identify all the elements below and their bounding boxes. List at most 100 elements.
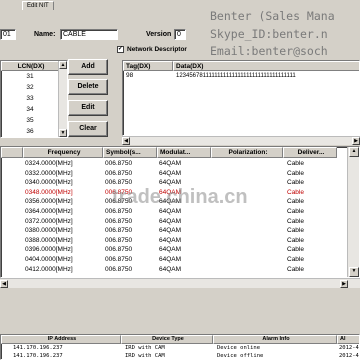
frequency-cell: 0348.0000[MHz] <box>25 188 73 196</box>
device-type-column-header[interactable]: Device Type <box>121 335 213 344</box>
delivery-cell: Cable <box>287 208 304 215</box>
delivery-cell: Cable <box>287 217 304 225</box>
modulation-cell: 64QAM <box>159 227 182 235</box>
polarization-column-header[interactable]: Polarization: <box>211 147 283 158</box>
frequency-cell: 0412.0000[MHz] <box>25 265 73 273</box>
watermark-line-1: Benter (Sales Mana <box>210 9 335 23</box>
modulation-cell: 64QAM <box>159 236 182 244</box>
index-column-header[interactable] <box>1 147 23 158</box>
delivery-cell: Cable <box>287 265 304 273</box>
frequency-cell: 0404.0000[MHz] <box>25 256 73 263</box>
delivery-cell: Cable <box>287 227 304 235</box>
modulation-cell: 64QAM <box>159 256 182 263</box>
clear-button[interactable]: Clear <box>68 121 108 137</box>
frequency-cell: 0396.0000[MHz] <box>25 246 73 254</box>
frequency-cell: 0332.0000[MHz] <box>25 169 73 177</box>
ip-address-cell: 141.170.196.237 <box>13 353 63 359</box>
descriptor-table[interactable]: Tag(DX) Data(DX) 98 12345678111111111111… <box>122 60 360 136</box>
tag-cell: 98 <box>126 72 134 79</box>
scroll-down-icon[interactable]: ▼ <box>59 129 67 137</box>
name-label: Name: <box>34 31 56 38</box>
delivery-cell: Cable <box>287 160 304 167</box>
watermark-site: trade.china.cn <box>112 186 248 208</box>
transport-hscrollbar[interactable]: ◀ ▶ <box>0 278 360 288</box>
alarm-info-column-header[interactable]: Alarm Info <box>213 335 337 344</box>
delivery-cell: Cable <box>287 188 304 196</box>
list-item[interactable]: 36 <box>1 126 59 137</box>
table-row[interactable]: 0412.0000[MHz] 006.8750 64QAM Cable <box>1 266 349 275</box>
table-row[interactable]: 0372.0000[MHz] 006.8750 64QAM Cable <box>1 218 349 227</box>
table-row[interactable]: 141.170.196.237 IRD with CAM Device offlin… <box>1 352 359 359</box>
transport-scrollbar[interactable]: ▲ ▼ <box>347 147 359 277</box>
edit-button[interactable]: Edit <box>68 100 108 116</box>
alarm-info-cell: Device offline <box>217 353 264 359</box>
device-alarm-table[interactable]: IP Address Device Type Alarm Info Al 141… <box>0 334 360 360</box>
scroll-left-icon[interactable]: ◀ <box>0 280 8 288</box>
network-descriptor-checkbox[interactable]: ✓ <box>117 46 124 53</box>
symbol-rate-cell: 006.8750 <box>105 217 133 225</box>
transport-stream-table[interactable]: Frequency Symbol(s... Modulat... Polariz… <box>0 146 360 278</box>
frequency-cell: 0324.0000[MHz] <box>25 160 73 167</box>
table-row[interactable]: 0404.0000[MHz] 006.8750 64QAM Cable <box>1 256 349 265</box>
delivery-cell: Cable <box>287 179 304 187</box>
scroll-down-icon[interactable]: ▼ <box>349 267 359 277</box>
frequency-cell: 0372.0000[MHz] <box>25 217 73 225</box>
delete-button[interactable]: Delete <box>68 79 108 95</box>
tag-column-header[interactable]: Tag(DX) <box>123 61 173 71</box>
alarm-time-cell: 2012-4 <box>339 345 359 351</box>
scroll-right-icon[interactable]: ▶ <box>340 280 348 288</box>
add-button[interactable]: Add <box>68 59 108 75</box>
alarm-time-cell: 2012-4 <box>339 353 359 359</box>
id-field[interactable]: 01 <box>0 29 16 40</box>
modulation-column-header[interactable]: Modulat... <box>157 147 211 158</box>
lcn-column-header[interactable]: LCN(DX) <box>1 61 59 71</box>
modulation-cell: 64QAM <box>159 169 182 177</box>
alarm-time-column-header[interactable]: Al <box>337 335 359 344</box>
scroll-left-icon[interactable]: ◀ <box>122 137 130 145</box>
tab-edit-nit[interactable]: Edit NIT <box>22 1 54 10</box>
version-field[interactable]: 0 <box>174 29 186 40</box>
table-row[interactable]: 0380.0000[MHz] 006.8750 64QAM Cable <box>1 227 349 236</box>
table-row[interactable]: 141.170.196.237 IRD with CAM Device online… <box>1 344 359 352</box>
list-item[interactable]: 35 <box>1 115 59 126</box>
frequency-cell: 0356.0000[MHz] <box>25 198 73 206</box>
symbol-rate-cell: 006.8750 <box>105 236 133 244</box>
frequency-cell: 0340.0000[MHz] <box>25 179 73 187</box>
list-item[interactable]: 32 <box>1 82 59 93</box>
list-item[interactable]: 34 <box>1 104 59 115</box>
table-row[interactable]: 0364.0000[MHz] 006.8750 64QAM Cable <box>1 208 349 217</box>
alarm-info-cell: Device online <box>217 345 261 351</box>
symbol-rate-column-header[interactable]: Symbol(s... <box>103 147 157 158</box>
lcn-scrollbar[interactable]: ▲ ▼ <box>58 61 67 137</box>
device-type-cell: IRD with CAM <box>125 345 165 351</box>
symbol-rate-cell: 006.8750 <box>105 227 133 235</box>
symbol-rate-cell: 006.8750 <box>105 169 133 177</box>
watermark-line-3: Email:benter@soch <box>210 44 328 58</box>
symbol-rate-cell: 006.8750 <box>105 160 133 167</box>
name-field[interactable]: CABLE <box>60 29 118 40</box>
delivery-cell: Cable <box>287 198 304 206</box>
frequency-column-header[interactable]: Frequency <box>23 147 103 158</box>
symbol-rate-cell: 006.8750 <box>105 208 133 215</box>
device-type-cell: IRD with CAM <box>125 353 165 359</box>
table-row[interactable]: 98 1234567811111111111111111111111111111… <box>123 72 359 81</box>
delivery-column-header[interactable]: Deliver... <box>283 147 337 158</box>
table-row[interactable]: 0332.0000[MHz] 006.8750 64QAM Cable <box>1 170 349 179</box>
table-row[interactable]: 0388.0000[MHz] 006.8750 64QAM Cable <box>1 237 349 246</box>
ip-address-cell: 141.170.196.237 <box>13 345 63 351</box>
delivery-cell: Cable <box>287 256 304 263</box>
table-row[interactable]: 0324.0000[MHz] 006.8750 64QAM Cable <box>1 160 349 169</box>
list-item[interactable]: 31 <box>1 71 59 82</box>
table-row[interactable]: 0396.0000[MHz] 006.8750 64QAM Cable <box>1 246 349 255</box>
scroll-up-icon[interactable]: ▲ <box>349 147 359 157</box>
symbol-rate-cell: 006.8750 <box>105 256 133 263</box>
descriptor-hscrollbar[interactable]: ◀ ▶ <box>122 136 360 145</box>
delivery-cell: Cable <box>287 246 304 254</box>
data-column-header[interactable]: Data(DX) <box>173 61 359 71</box>
lcn-list[interactable]: LCN(DX) 31 32 33 34 35 36 ▲ ▼ <box>0 60 68 138</box>
status-area-gap <box>0 291 360 335</box>
scroll-up-icon[interactable]: ▲ <box>59 61 67 69</box>
ip-address-column-header[interactable]: IP Address <box>1 335 121 344</box>
scroll-right-icon[interactable]: ▶ <box>352 137 360 145</box>
list-item[interactable]: 33 <box>1 93 59 104</box>
